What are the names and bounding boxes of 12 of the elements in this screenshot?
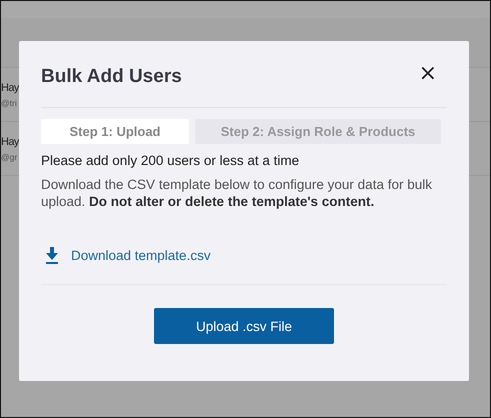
upload-button[interactable]: Upload .csv File (154, 308, 334, 344)
user-email: @tri (1, 98, 17, 108)
download-link[interactable]: Download template.csv (71, 248, 211, 263)
instructions-text: Download the CSV template below to configure your data for bulk upload. Do not alter or delete the template's content. (41, 176, 433, 210)
dialog-title: Bulk Add Users (41, 65, 182, 88)
user-email: @gr (1, 152, 18, 162)
limit-text: Please add only 200 users or less at a time (41, 153, 300, 168)
close-button[interactable]: × (418, 63, 437, 85)
step-tab[interactable]: Step 1: Upload (41, 119, 189, 144)
user-name: Hay (1, 136, 19, 148)
user-name: Hay (1, 82, 19, 94)
download-icon (45, 247, 59, 264)
